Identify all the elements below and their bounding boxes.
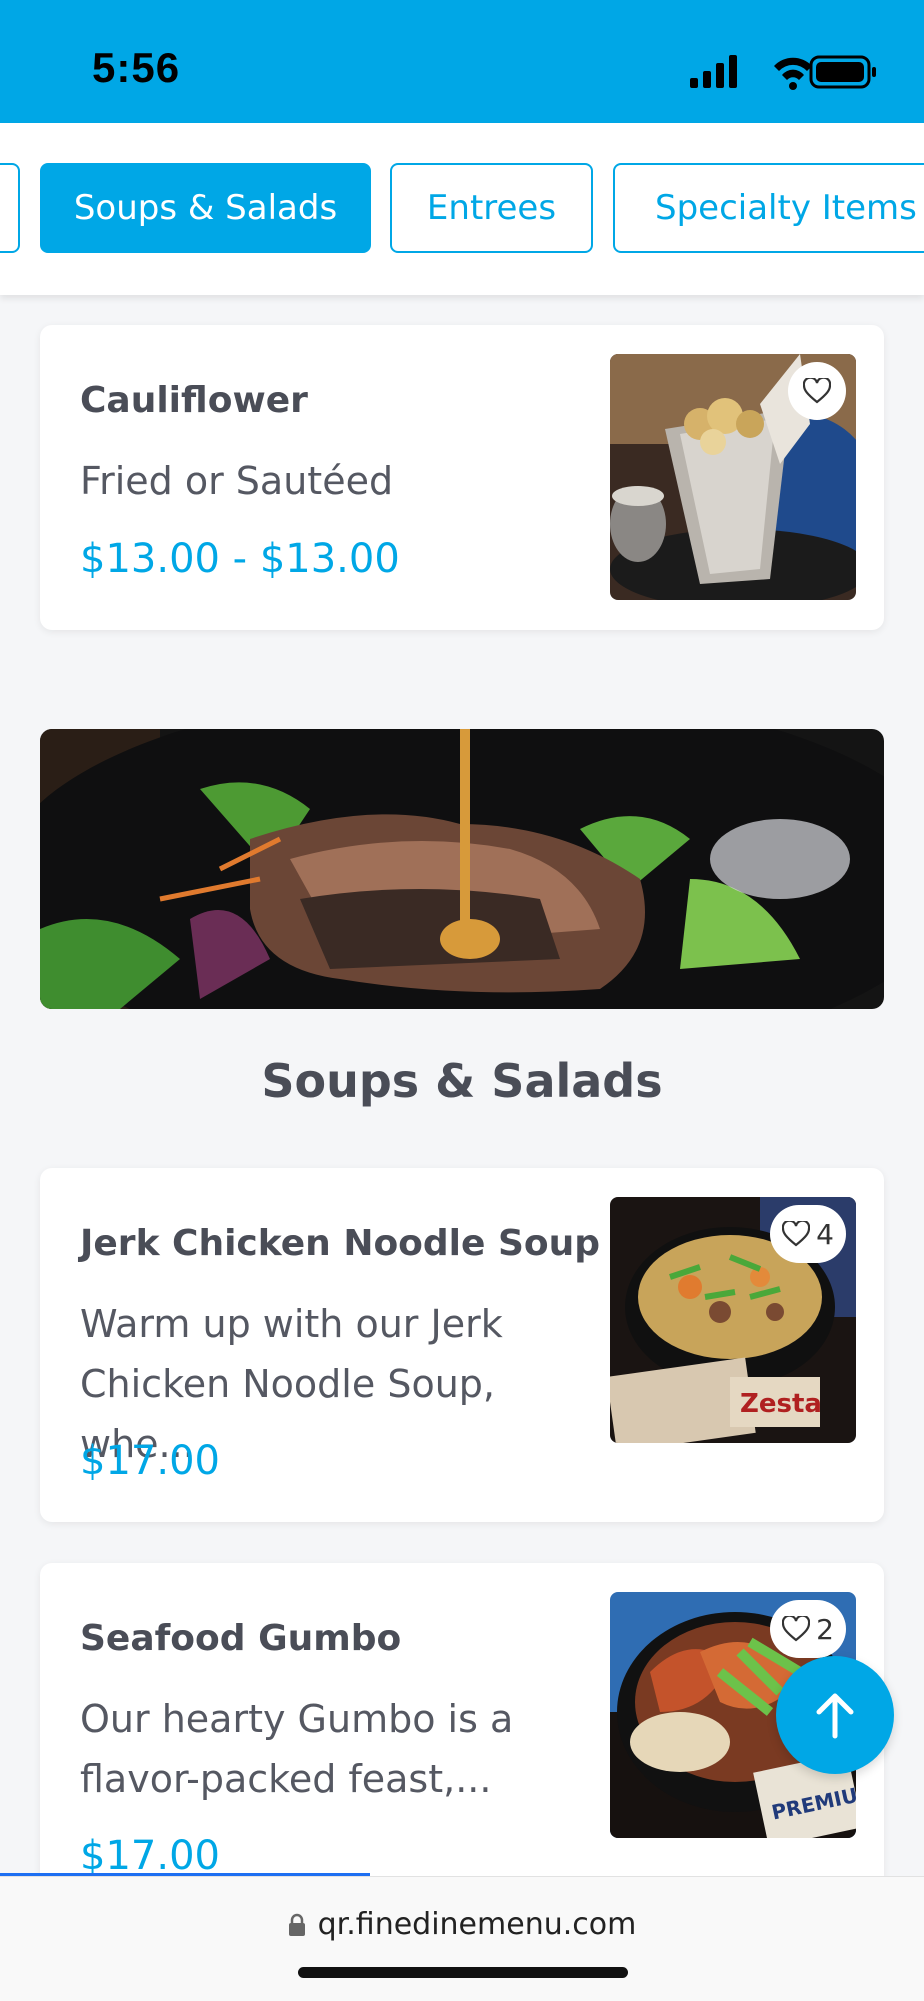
battery-icon bbox=[809, 55, 876, 89]
url-text: qr.finedinemenu.com bbox=[317, 1907, 637, 1942]
item-image bbox=[610, 354, 856, 600]
section-banner-image bbox=[40, 729, 884, 1009]
item-name: Jerk Chicken Noodle Soup bbox=[80, 1223, 601, 1264]
item-description-line: Our hearty Gumbo is a bbox=[80, 1697, 514, 1741]
scroll-to-top-button[interactable] bbox=[776, 1656, 894, 1774]
browser-address-bar[interactable]: qr.finedinemenu.com bbox=[0, 1876, 924, 2001]
heart-icon bbox=[782, 1221, 811, 1247]
signal-icon bbox=[690, 55, 737, 88]
item-image: Zesta 4 bbox=[610, 1197, 856, 1443]
home-indicator bbox=[298, 1967, 628, 1978]
url-display[interactable]: qr.finedinemenu.com bbox=[0, 1907, 924, 1942]
tab-entrees[interactable]: Entrees bbox=[390, 163, 593, 253]
tab-previous[interactable] bbox=[0, 163, 20, 253]
favorite-button[interactable] bbox=[788, 362, 846, 420]
item-description: Fried or Sautéed bbox=[80, 459, 394, 503]
heart-icon bbox=[782, 1616, 811, 1642]
menu-item-card[interactable]: Cauliflower Fried or Sautéed $13.00 - $1… bbox=[40, 325, 884, 630]
tab-label: Soups & Salads bbox=[73, 188, 338, 228]
item-description-line: Warm up with our Jerk bbox=[80, 1302, 503, 1346]
favorite-count: 2 bbox=[816, 1612, 834, 1646]
item-description-line: flavor-packed feast,... bbox=[80, 1757, 492, 1801]
favorite-button[interactable]: 2 bbox=[770, 1600, 846, 1658]
category-tabs: Soups & Salads Entrees Specialty Items bbox=[0, 123, 924, 295]
item-name: Cauliflower bbox=[80, 380, 308, 421]
item-description: Our hearty Gumbo is a flavor-packed feas… bbox=[80, 1689, 580, 1809]
tab-soups-salads[interactable]: Soups & Salads bbox=[40, 163, 371, 253]
heart-icon bbox=[803, 378, 831, 404]
menu-item-card[interactable]: Jerk Chicken Noodle Soup Warm up with ou… bbox=[40, 1168, 884, 1522]
menu-item-card[interactable]: Seafood Gumbo Our hearty Gumbo is a flav… bbox=[40, 1563, 884, 1903]
status-time: 5:56 bbox=[92, 44, 181, 91]
item-price: $17.00 bbox=[80, 1438, 220, 1484]
section-title: Soups & Salads bbox=[261, 1054, 663, 1108]
tab-specialty-items[interactable]: Specialty Items bbox=[613, 163, 924, 253]
arrow-up-icon bbox=[816, 1693, 854, 1739]
item-price: $13.00 - $13.00 bbox=[80, 536, 400, 582]
status-bar: 5:56 bbox=[0, 0, 924, 123]
favorite-button[interactable]: 4 bbox=[770, 1205, 846, 1263]
item-name: Seafood Gumbo bbox=[80, 1618, 402, 1659]
favorite-count: 4 bbox=[816, 1217, 834, 1251]
svg-text:Zesta: Zesta bbox=[740, 1389, 822, 1419]
tab-label: Entrees bbox=[426, 188, 557, 228]
lock-icon bbox=[288, 1913, 305, 1936]
wifi-icon bbox=[774, 57, 812, 90]
status-icons bbox=[688, 52, 878, 92]
tab-label: Specialty Items bbox=[655, 188, 917, 228]
